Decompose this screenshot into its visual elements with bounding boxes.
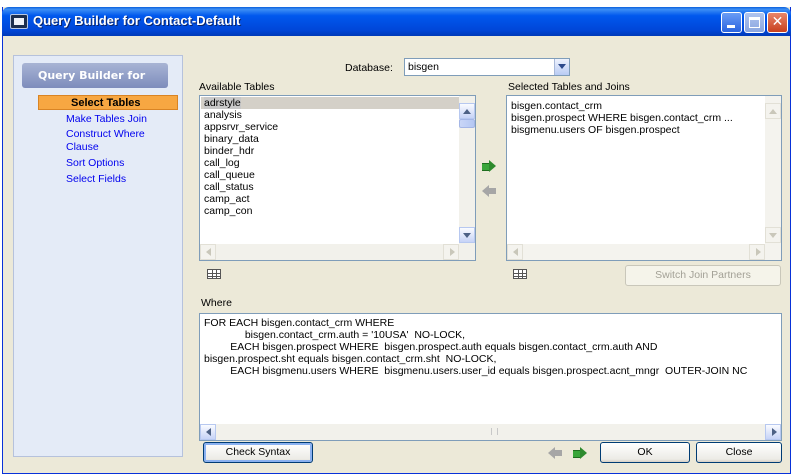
close-icon: ✕ bbox=[771, 14, 784, 30]
scroll-grip bbox=[490, 428, 498, 435]
where-clause-text: FOR EACH bisgen.contact_crm WHERE bisgen… bbox=[204, 317, 748, 377]
list-item[interactable]: binary_data bbox=[201, 133, 459, 145]
selected-tables-label: Selected Tables and Joins bbox=[508, 81, 630, 93]
close-button[interactable]: Close bbox=[696, 442, 782, 463]
scroll-right-icon[interactable] bbox=[765, 424, 781, 440]
scroll-right-icon[interactable] bbox=[749, 244, 765, 260]
switch-join-partners-button[interactable]: Switch Join Partners bbox=[625, 265, 781, 286]
where-label: Where bbox=[201, 297, 232, 309]
app-icon bbox=[10, 14, 28, 29]
where-hscrollbar[interactable] bbox=[200, 424, 781, 440]
wizard-steps: Select Tables Make Tables Join Construct… bbox=[38, 95, 178, 188]
list-item[interactable]: appsrvr_service bbox=[201, 121, 459, 133]
title-bar[interactable]: Query Builder for Contact-Default ✕ bbox=[2, 7, 791, 36]
database-select[interactable]: bisgen bbox=[404, 58, 570, 76]
chevron-down-icon[interactable] bbox=[554, 59, 569, 75]
minimize-button[interactable] bbox=[721, 12, 742, 33]
scroll-left-icon[interactable] bbox=[200, 424, 216, 440]
list-item[interactable]: bisgen.prospect WHERE bisgen.contact_crm… bbox=[508, 112, 763, 124]
list-item[interactable]: bisgmenu.users OF bisgen.prospect bbox=[508, 124, 763, 136]
selected-hscrollbar[interactable] bbox=[507, 244, 781, 260]
grid-table-icon[interactable] bbox=[207, 269, 221, 279]
back-arrow-icon[interactable] bbox=[548, 447, 562, 459]
list-item[interactable]: camp_con bbox=[201, 205, 459, 217]
remove-table-arrow-icon[interactable] bbox=[482, 185, 496, 197]
maximize-button[interactable] bbox=[744, 12, 765, 33]
sidebar-header: Query Builder for bbox=[22, 63, 168, 88]
grid-table-icon[interactable] bbox=[513, 269, 527, 279]
list-item[interactable]: call_queue bbox=[201, 169, 459, 181]
available-tables-list[interactable]: adrstyle analysis appsrvr_service binary… bbox=[199, 95, 476, 261]
close-window-button[interactable]: ✕ bbox=[767, 12, 788, 33]
scroll-left-icon[interactable] bbox=[507, 244, 523, 260]
list-item[interactable]: call_status bbox=[201, 181, 459, 193]
selected-vscrollbar[interactable] bbox=[765, 96, 781, 244]
step-select-fields[interactable]: Select Fields bbox=[40, 173, 178, 186]
step-sort-options[interactable]: Sort Options bbox=[40, 157, 178, 170]
list-item[interactable]: adrstyle bbox=[201, 97, 459, 109]
next-arrow-icon[interactable] bbox=[573, 447, 587, 459]
available-hscrollbar[interactable] bbox=[200, 244, 475, 260]
available-tables-label: Available Tables bbox=[199, 81, 275, 93]
scroll-up-icon[interactable] bbox=[459, 103, 475, 119]
window-title: Query Builder for Contact-Default bbox=[33, 13, 241, 28]
list-item[interactable]: analysis bbox=[201, 109, 459, 121]
add-table-arrow-icon[interactable] bbox=[482, 160, 496, 172]
step-select-tables[interactable]: Select Tables bbox=[38, 95, 178, 110]
minimize-icon bbox=[727, 25, 735, 28]
step-make-tables-join[interactable]: Make Tables Join bbox=[40, 113, 178, 126]
selected-tables-list[interactable]: bisgen.contact_crm bisgen.prospect WHERE… bbox=[506, 95, 782, 261]
list-item[interactable]: binder_hdr bbox=[201, 145, 459, 157]
scroll-thumb[interactable] bbox=[459, 119, 475, 128]
database-value: bisgen bbox=[408, 61, 439, 73]
list-item[interactable]: call_log bbox=[201, 157, 459, 169]
list-item[interactable]: camp_act bbox=[201, 193, 459, 205]
database-label: Database: bbox=[345, 62, 393, 74]
maximize-icon bbox=[749, 17, 760, 28]
where-clause-editor[interactable]: FOR EACH bisgen.contact_crm WHERE bisgen… bbox=[199, 313, 782, 441]
wizard-sidebar: Query Builder for Select Tables Make Tab… bbox=[13, 55, 183, 457]
scroll-down-icon[interactable] bbox=[459, 227, 475, 243]
scroll-down-icon[interactable] bbox=[765, 227, 781, 243]
check-syntax-button[interactable]: Check Syntax bbox=[203, 442, 313, 463]
available-vscrollbar[interactable] bbox=[459, 96, 475, 244]
ok-button[interactable]: OK bbox=[600, 442, 690, 463]
selected-tables-rows: bisgen.contact_crm bisgen.prospect WHERE… bbox=[508, 100, 763, 136]
list-item[interactable]: bisgen.contact_crm bbox=[508, 100, 763, 112]
scroll-up-icon[interactable] bbox=[765, 103, 781, 119]
available-tables-rows: adrstyle analysis appsrvr_service binary… bbox=[201, 97, 459, 217]
step-construct-where-clause[interactable]: Construct Where Clause bbox=[40, 128, 148, 154]
query-builder-window: Query Builder for Contact-Default ✕ Quer… bbox=[2, 7, 791, 474]
scroll-left-icon[interactable] bbox=[200, 244, 216, 260]
scroll-right-icon[interactable] bbox=[443, 244, 459, 260]
